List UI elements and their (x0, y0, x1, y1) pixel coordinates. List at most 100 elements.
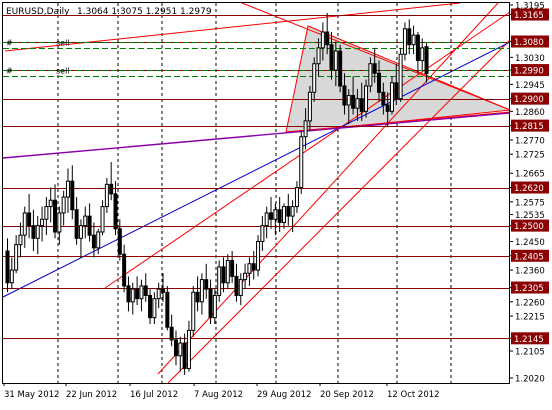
candle-body (355, 98, 360, 109)
candle-body (277, 209, 282, 223)
price-level-label: 1.2305 (514, 284, 544, 294)
candle-body (269, 212, 274, 220)
candle-body (346, 94, 351, 106)
candle-body (100, 206, 105, 233)
candle-body (377, 72, 382, 93)
candle-body (251, 263, 256, 271)
candle-body (143, 285, 148, 296)
candle-body (48, 199, 53, 208)
candle-body (230, 260, 235, 277)
candle-body (5, 250, 10, 284)
candle-body (165, 291, 170, 328)
candle-body (389, 82, 394, 112)
candle-body (342, 85, 347, 106)
price-level-label: 1.2900 (514, 95, 544, 105)
price-tick-label: 1.2945 (515, 81, 545, 91)
candle-body (368, 63, 373, 87)
candle-body (53, 199, 58, 233)
price-tick-label: 1.2770 (515, 136, 545, 146)
price-level-label: 1.2815 (514, 122, 544, 132)
candle-body (31, 225, 36, 239)
candle-body (57, 212, 62, 233)
candle-body (44, 206, 49, 220)
candle-body (83, 215, 88, 227)
candle-body (169, 326, 174, 341)
candle-body (217, 266, 222, 296)
price-level-label: 1.3165 (514, 11, 544, 21)
price-level-label: 1.2500 (514, 222, 544, 232)
candle-body (424, 46, 429, 75)
candle-body (9, 269, 14, 284)
candle-body (113, 193, 118, 230)
order-label: sell (56, 39, 70, 48)
candle-body (27, 212, 32, 227)
candle-body (294, 187, 299, 208)
candle-body (286, 206, 291, 217)
candle-body (161, 288, 166, 293)
price-tick-label: 1.2575 (515, 198, 545, 208)
candle-body (264, 212, 269, 227)
candle-body (130, 288, 135, 303)
price-tick-label: 1.2450 (515, 238, 545, 248)
candle-body (65, 180, 70, 198)
candle-body (338, 50, 343, 87)
candle-body (402, 28, 407, 55)
price-level-label: 1.2405 (514, 252, 544, 262)
time-tick-label: 31 May 2012 (4, 390, 59, 400)
candle-body (364, 85, 369, 112)
chart-header-ohlc: 1.3064 1.3075 1.2951 1.2979 (77, 7, 212, 17)
price-tick-label: 1.2535 (515, 211, 545, 221)
candle-body (117, 228, 122, 255)
candle-body (35, 225, 40, 239)
candle-body (178, 342, 183, 357)
candle-body (225, 260, 230, 284)
price-tick-label: 1.2860 (515, 108, 545, 118)
candle-body (281, 206, 286, 223)
time-tick-label: 12 Oct 2012 (387, 390, 440, 400)
candle-body (238, 279, 243, 296)
price-level-label: 1.2620 (514, 184, 544, 194)
price-tick-label: 1.2215 (515, 313, 545, 323)
candle-body (135, 288, 140, 300)
candle-body (87, 215, 92, 236)
candle-body (191, 291, 196, 331)
time-tick-label: 7 Aug 2012 (194, 390, 243, 400)
candle-body (195, 291, 200, 303)
candle-body (74, 209, 79, 239)
time-tick-label: 29 Aug 2012 (257, 390, 311, 400)
candle-body (104, 183, 109, 208)
candle-body (182, 342, 187, 369)
price-chart[interactable]: sell#sell# 1.31951.31651.30801.30301.299… (0, 0, 552, 406)
candle-body (40, 218, 45, 227)
candle-body (256, 240, 261, 271)
candle-body (415, 34, 420, 62)
candle-body (234, 275, 239, 296)
candle-body (398, 53, 403, 100)
chart-header-symbol: EURUSD,Daily (6, 7, 70, 17)
candle-body (91, 234, 96, 249)
candle-body (243, 272, 248, 281)
candle-body (381, 91, 386, 106)
candle-body (385, 104, 390, 112)
candle-body (329, 44, 334, 71)
candle-body (70, 180, 75, 211)
candle-body (78, 225, 83, 239)
candle-body (299, 136, 304, 189)
price-level-label: 1.3080 (514, 38, 544, 48)
candle-body (173, 339, 178, 357)
candle-body (394, 82, 399, 100)
chart-window[interactable]: sell # sell # 1.3195 1.3165 1.3080 1.3030 1.299… (0, 0, 552, 406)
candle-body (290, 206, 295, 217)
candle-body (208, 288, 213, 319)
candle-body (420, 47, 425, 62)
candle-body (186, 329, 191, 369)
order-label: sell (56, 67, 70, 76)
candle-body (199, 279, 204, 303)
candle-body (22, 212, 27, 236)
price-level-label: 1.2990 (514, 67, 544, 77)
candle-body (372, 63, 377, 74)
price-tick-label: 1.2665 (515, 170, 545, 180)
candle-body (152, 298, 157, 319)
candle-body (212, 294, 217, 319)
price-tick-label: 1.2260 (515, 298, 545, 308)
